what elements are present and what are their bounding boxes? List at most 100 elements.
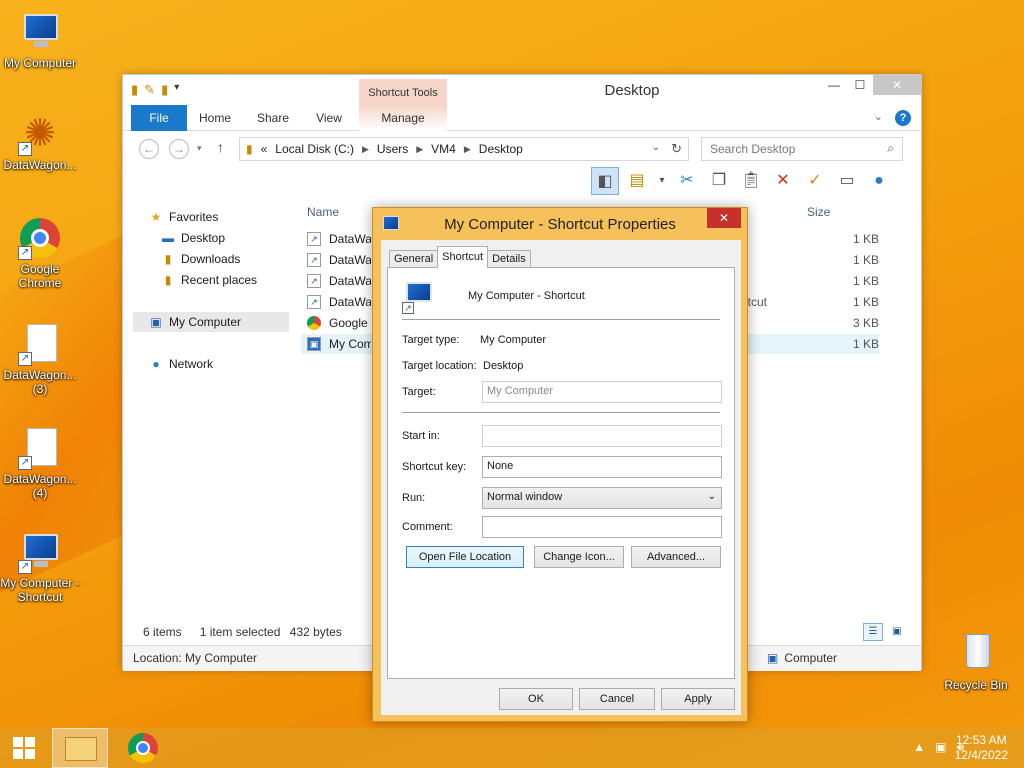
check-icon[interactable]: ✓: [801, 167, 829, 195]
rename-icon[interactable]: ▭: [833, 167, 861, 195]
run-label: Run:: [402, 492, 426, 504]
chevron-down-icon[interactable]: ⌄: [652, 142, 660, 153]
status-bar: 6 items 1 item selected 432 bytes: [143, 625, 342, 639]
dialog-title: My Computer - Shortcut Properties: [444, 216, 676, 233]
desktop-icon-label: Google Chrome: [18, 262, 62, 290]
address-overflow[interactable]: «: [261, 142, 268, 156]
apply-button[interactable]: Apply: [661, 688, 735, 710]
desktop-icon-datawagon-3[interactable]: ↗ DataWagon... (3): [0, 322, 80, 396]
file-name: Google C: [329, 316, 371, 330]
desktop-icon-datawagon[interactable]: ✺ ↗ DataWagon...: [0, 112, 80, 172]
chevron-right-icon[interactable]: ▶: [416, 144, 423, 155]
nav-item-my-computer[interactable]: ▣ My Computer: [133, 312, 289, 332]
network-icon[interactable]: ▣: [935, 740, 946, 755]
computer-icon: ▣: [767, 651, 779, 665]
close-button[interactable]: ✕: [873, 75, 921, 95]
clock[interactable]: 12:53 AM 12/4/2022: [955, 733, 1008, 763]
chevron-right-icon[interactable]: ▶: [464, 144, 471, 155]
search-icon: ⌕: [887, 141, 894, 155]
globe-icon[interactable]: ●: [865, 167, 893, 195]
desktop-icon-recycle-bin[interactable]: Recycle Bin: [936, 632, 1016, 692]
breadcrumb-users[interactable]: Users: [377, 142, 408, 156]
recent-locations-icon[interactable]: ▾: [197, 143, 202, 154]
properties-icon[interactable]: ▤: [623, 167, 651, 195]
preview-pane-icon[interactable]: ◧: [591, 167, 619, 195]
comment-field[interactable]: [482, 516, 722, 538]
shortcut-key-field[interactable]: None: [482, 456, 722, 478]
divider: [402, 319, 720, 320]
tab-file[interactable]: File: [131, 105, 187, 131]
breadcrumb-vm4[interactable]: VM4: [431, 142, 456, 156]
advanced-button[interactable]: Advanced...: [631, 546, 721, 568]
maximize-button[interactable]: ☐: [847, 75, 873, 95]
column-name[interactable]: Name: [307, 201, 339, 223]
tab-manage[interactable]: Manage: [371, 105, 435, 131]
chevron-up-icon[interactable]: ▲: [913, 740, 925, 755]
taskbar-chrome[interactable]: [118, 728, 168, 768]
shortcut-tab-panel: ↗ My Computer - Shortcut Target type: My…: [387, 267, 735, 679]
help-icon[interactable]: ?: [895, 110, 911, 126]
chevron-right-icon[interactable]: ▶: [362, 144, 369, 155]
file-name: DataWag: [329, 274, 371, 288]
nav-item-desktop[interactable]: ▬ Desktop: [161, 228, 225, 248]
divider: [402, 412, 720, 413]
target-field[interactable]: My Computer: [482, 381, 722, 403]
navigation-pane: ★ Favorites ▬ Desktop ▮ Downloads ▮ Rece…: [131, 203, 291, 603]
column-size[interactable]: Size: [807, 201, 830, 223]
nav-item-favorites[interactable]: ★ Favorites: [149, 207, 219, 227]
computer-icon: [18, 10, 62, 54]
details-view-icon[interactable]: ☰: [863, 623, 883, 641]
properties-dialog: My Computer - Shortcut Properties ✕ Gene…: [372, 207, 748, 722]
up-button[interactable]: ↑: [217, 139, 224, 155]
forward-button[interactable]: →: [169, 139, 189, 159]
chrome-icon: ↗: [18, 216, 62, 260]
file-size: 1 KB: [852, 337, 879, 351]
file-size: 1 KB: [852, 232, 879, 246]
tab-general[interactable]: General: [389, 250, 439, 268]
refresh-icon[interactable]: ↻: [671, 141, 682, 157]
address-bar[interactable]: ▮ « Local Disk (C:) ▶ Users ▶ VM4 ▶ Desk…: [239, 137, 689, 161]
cancel-button[interactable]: Cancel: [579, 688, 655, 710]
nav-item-network[interactable]: ● Network: [149, 354, 213, 374]
cut-icon[interactable]: ✂: [673, 167, 701, 195]
desktop-icon-google-chrome[interactable]: ↗ Google Chrome: [0, 216, 80, 290]
open-file-location-button[interactable]: Open File Location: [406, 546, 524, 568]
delete-icon[interactable]: ✕: [769, 167, 797, 195]
taskbar-file-explorer[interactable]: [52, 728, 108, 768]
breadcrumb-desktop[interactable]: Desktop: [479, 142, 523, 156]
desktop-icon-datawagon-4[interactable]: ↗ DataWagon... (4): [0, 426, 80, 500]
status-items-count: 6 items: [143, 625, 182, 639]
run-select[interactable]: Normal window ⌄: [482, 487, 722, 509]
breadcrumb-local-disk[interactable]: Local Disk (C:): [275, 142, 354, 156]
ok-button[interactable]: OK: [499, 688, 573, 710]
start-button[interactable]: [0, 728, 48, 768]
chevron-down-icon[interactable]: ▾: [655, 167, 669, 195]
nav-item-downloads[interactable]: ▮ Downloads: [161, 249, 241, 269]
file-size: 1 KB: [852, 295, 879, 309]
desktop-icon-my-computer-shortcut[interactable]: ↗ My Computer - Shortcut: [0, 530, 80, 604]
tab-home[interactable]: Home: [195, 105, 235, 131]
close-button[interactable]: ✕: [707, 208, 741, 228]
location-zone-label: Computer: [784, 651, 838, 665]
desktop-icon-my-computer[interactable]: My Computer: [0, 10, 80, 70]
start-in-field[interactable]: [482, 425, 722, 447]
large-icons-view-icon[interactable]: ▣: [887, 623, 907, 641]
change-icon-button[interactable]: Change Icon...: [534, 546, 624, 568]
minimize-button[interactable]: —: [821, 75, 847, 95]
clock-time: 12:53 AM: [955, 733, 1007, 747]
search-input[interactable]: Search Desktop ⌕: [701, 137, 903, 161]
file-name: DataWag: [329, 253, 371, 267]
tab-share[interactable]: Share: [253, 105, 293, 131]
tab-shortcut[interactable]: Shortcut: [437, 246, 489, 268]
tab-view[interactable]: View: [311, 105, 347, 131]
copy-icon[interactable]: ❐: [705, 167, 733, 195]
explorer-titlebar: ▮ ✎ ▮ ▾ Shortcut Tools Desktop — ☐ ✕: [123, 75, 921, 107]
target-location-value: Desktop: [483, 360, 524, 372]
paste-icon[interactable]: 📋︎: [737, 167, 765, 195]
ribbon-expand-icon[interactable]: ⌄: [874, 110, 883, 126]
tab-details[interactable]: Details: [487, 250, 531, 268]
navigation-bar: ← → ▾ ↑ ▮ « Local Disk (C:) ▶ Users ▶ VM…: [123, 133, 921, 163]
back-button[interactable]: ←: [139, 139, 159, 159]
nav-item-recent-places[interactable]: ▮ Recent places: [161, 270, 257, 290]
desktop-icon-label: DataWagon... (4): [3, 472, 77, 500]
